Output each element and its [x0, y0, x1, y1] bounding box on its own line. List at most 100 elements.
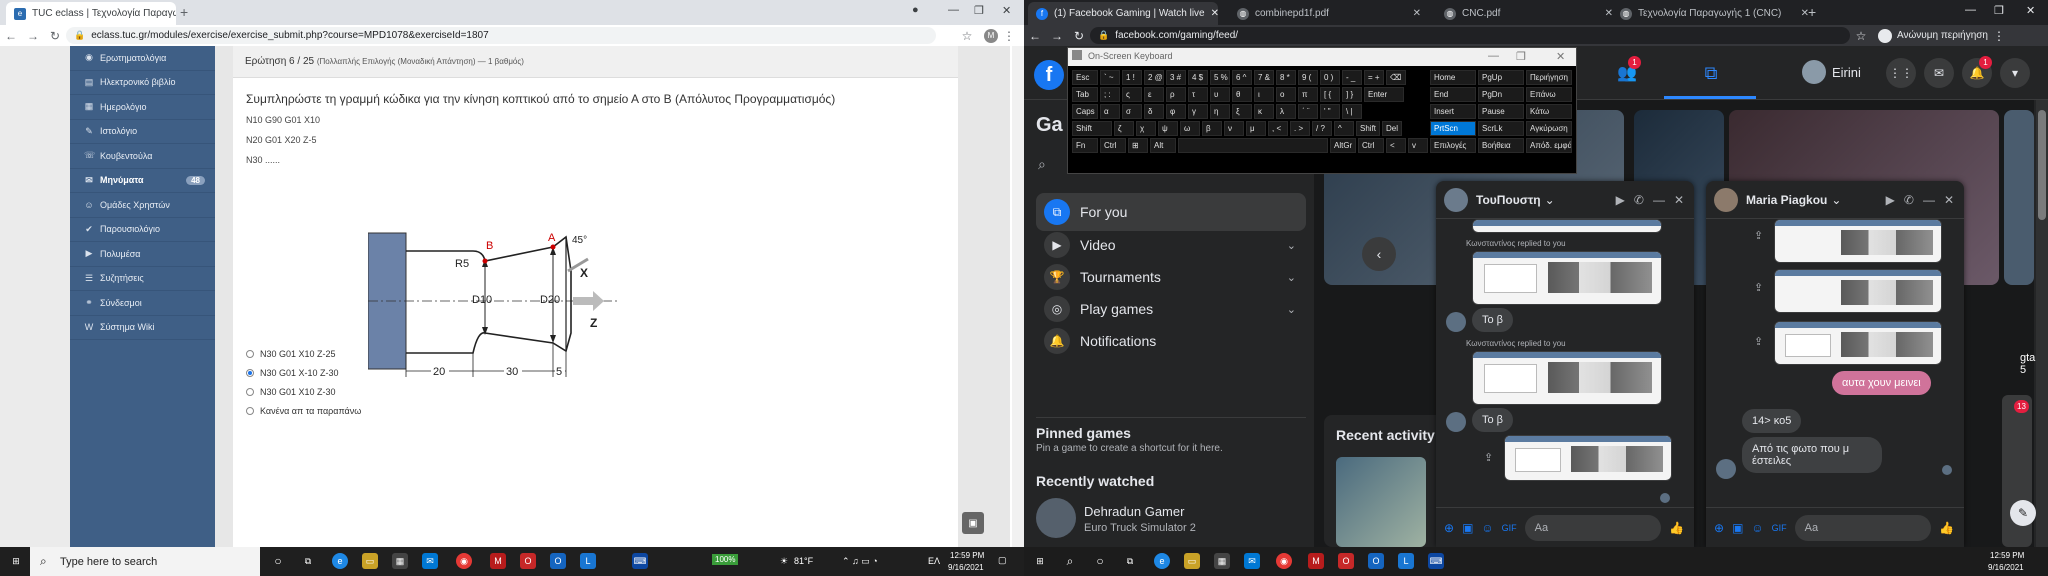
back-icon[interactable]: ← — [0, 29, 22, 43]
osk-key[interactable]: ω — [1180, 121, 1200, 136]
osk-key[interactable]: λ — [1276, 104, 1296, 119]
file-explorer-icon[interactable]: ▭ — [1184, 553, 1200, 569]
osk-key[interactable]: Περιήγηση — [1526, 70, 1572, 85]
reload-icon[interactable]: ↻ — [1068, 29, 1090, 43]
chrome-icon[interactable]: ◉ — [1276, 553, 1292, 569]
share-icon[interactable]: ⇪ — [1754, 229, 1763, 242]
streamer-avatar[interactable] — [1036, 498, 1076, 538]
windows-start-icon[interactable]: ⊞ — [8, 553, 24, 569]
clock-date[interactable]: 9/16/2021 — [1988, 563, 2024, 572]
sidebar-item[interactable]: W Σύστημα Wiki — [70, 316, 215, 340]
share-icon[interactable]: ⇪ — [1484, 451, 1493, 464]
osk-key[interactable]: 8 * — [1276, 70, 1296, 85]
image-attachment[interactable] — [1504, 435, 1672, 481]
carousel-prev-icon[interactable]: ‹ — [1362, 237, 1396, 271]
osk-key[interactable]: χ — [1136, 121, 1156, 136]
osk-key[interactable]: Shift — [1072, 121, 1112, 136]
window-close-button[interactable]: ✕ — [1002, 4, 1011, 17]
file-explorer-icon[interactable]: ▭ — [362, 553, 378, 569]
tab-cnc-course[interactable]: ◍ Τεχνολογία Παραγωγής 1 (CNC) ✕ — [1612, 2, 1817, 25]
maximize-button[interactable]: ❐ — [974, 4, 984, 17]
sidebar-item[interactable]: ☰ Συζητήσεις — [70, 267, 215, 291]
minimize-chat-icon[interactable]: — — [1923, 193, 1935, 207]
facebook-logo-icon[interactable]: f — [1034, 60, 1064, 90]
osk-key[interactable]: ScrLk — [1478, 121, 1524, 136]
message-input[interactable]: Aa — [1794, 514, 1932, 541]
sidebar-item[interactable]: ☺ Ομάδες Χρηστών — [70, 193, 215, 218]
stream-tile[interactable] — [2004, 110, 2034, 285]
office-icon[interactable]: O — [1338, 553, 1354, 569]
sticker-icon[interactable]: ☺ — [1481, 521, 1493, 535]
osk-key[interactable]: Tab — [1072, 87, 1098, 102]
tab-facebook-gaming[interactable]: f (1) Facebook Gaming | Watch live ✕ — [1028, 2, 1218, 25]
window-close-button[interactable]: ✕ — [2026, 4, 2035, 17]
osk-key[interactable]: 9 ( — [1298, 70, 1318, 85]
sidebar-item[interactable]: ◉ Ερωτηματολόγια — [70, 46, 215, 71]
cortana-icon[interactable]: ○ — [270, 553, 286, 569]
osk-key[interactable]: Απόδ. εμφάνισης — [1526, 138, 1572, 153]
osk-key[interactable]: , < — [1268, 121, 1288, 136]
video-call-icon[interactable]: ▶ — [1616, 193, 1625, 207]
sidebar-item[interactable]: ☏ Κουβεντούλα — [70, 144, 215, 169]
radio-button[interactable] — [246, 369, 254, 377]
sidebar-item[interactable]: ✎ Ιστολόγιο — [70, 120, 215, 144]
osk-key[interactable]: - _ — [1342, 70, 1362, 85]
menu-grid-icon[interactable]: ⋮⋮ — [1886, 58, 1916, 88]
sidebar-item[interactable]: ⚭ Σύνδεσμοι — [70, 291, 215, 316]
office-icon[interactable]: O — [520, 553, 536, 569]
search-icon[interactable]: ⌕ — [1038, 156, 1046, 173]
add-icon[interactable]: ⊕ — [1444, 521, 1454, 535]
gaming-icon[interactable]: ⧉ — [1696, 58, 1726, 88]
osk-key[interactable]: Κάτω — [1526, 104, 1572, 119]
osk-key[interactable]: δ — [1144, 104, 1164, 119]
scroll-thumb[interactable] — [2038, 110, 2046, 220]
minimize-button[interactable]: — — [1965, 4, 1976, 16]
share-icon[interactable]: ⇪ — [1754, 335, 1763, 348]
osk-key[interactable]: Caps — [1072, 104, 1098, 119]
sidebar-item[interactable]: ✔ Παρουσιολόγιο — [70, 218, 215, 242]
sidebar-item[interactable]: ▦ Ημερολόγιο — [70, 95, 215, 120]
expand-icon[interactable]: ▣ — [962, 512, 984, 534]
language-indicator[interactable]: ΕΛ — [928, 556, 940, 566]
account-chevron-icon[interactable]: ▾ — [2000, 58, 2030, 88]
app-l-icon[interactable]: L — [1398, 553, 1414, 569]
star-icon[interactable]: ☆ — [956, 29, 978, 43]
osk-key[interactable]: ⌫ — [1386, 70, 1406, 85]
mcafee-icon[interactable]: M — [1308, 553, 1324, 569]
gif-icon[interactable]: GIF — [1502, 523, 1517, 533]
osk-key[interactable]: PgDn — [1478, 87, 1524, 102]
image-attachment[interactable] — [1472, 219, 1662, 233]
osk-key[interactable]: 2 @ — [1144, 70, 1164, 85]
osk-key[interactable]: ] } — [1342, 87, 1362, 102]
weather-temp[interactable]: 81°F — [794, 556, 813, 566]
chat-header[interactable]: ΤουΠουστη ⌄ ▶ ✆ — ✕ — [1436, 181, 1694, 219]
radio-button[interactable] — [246, 407, 254, 415]
osk-key[interactable]: 6 ^ — [1232, 70, 1252, 85]
radio-button[interactable] — [246, 388, 254, 396]
keyboard-app-icon[interactable]: ⌨ — [1428, 553, 1444, 569]
address-bar[interactable]: 🔒 eclass.tuc.gr/modules/exercise/exercis… — [66, 27, 936, 44]
radio-button[interactable] — [246, 350, 254, 358]
osk-key[interactable]: ρ — [1166, 87, 1186, 102]
chevron-down-icon[interactable]: ⌄ — [1287, 303, 1296, 316]
image-attachment[interactable] — [1774, 219, 1942, 263]
page-scrollbar[interactable] — [2036, 100, 2048, 547]
reload-icon[interactable]: ↻ — [44, 29, 66, 43]
osk-key[interactable]: AltGr — [1330, 138, 1356, 153]
nav-item[interactable]: 🔔 Notifications — [1036, 322, 1306, 360]
phone-icon[interactable]: ✆ — [1634, 193, 1644, 207]
share-icon[interactable]: ⇪ — [1754, 281, 1763, 294]
close-icon[interactable]: ✕ — [1944, 193, 1954, 207]
forward-icon[interactable]: → — [22, 29, 44, 43]
osk-key[interactable]: Shift — [1356, 121, 1380, 136]
chevron-down-icon[interactable]: ⌄ — [1545, 193, 1555, 207]
maximize-button[interactable]: ❐ — [1516, 50, 1526, 63]
osk-key[interactable]: ΄ ¨ — [1298, 104, 1318, 119]
close-icon[interactable]: ✕ — [1599, 8, 1613, 19]
osk-key[interactable]: ε — [1144, 87, 1164, 102]
search-icon[interactable]: ⌕ — [1062, 553, 1078, 569]
osk-key[interactable]: < — [1386, 138, 1406, 153]
windows-start-icon[interactable]: ⊞ — [1032, 553, 1048, 569]
osk-key[interactable]: Pause — [1478, 104, 1524, 119]
close-icon[interactable]: ✕ — [1674, 193, 1684, 207]
